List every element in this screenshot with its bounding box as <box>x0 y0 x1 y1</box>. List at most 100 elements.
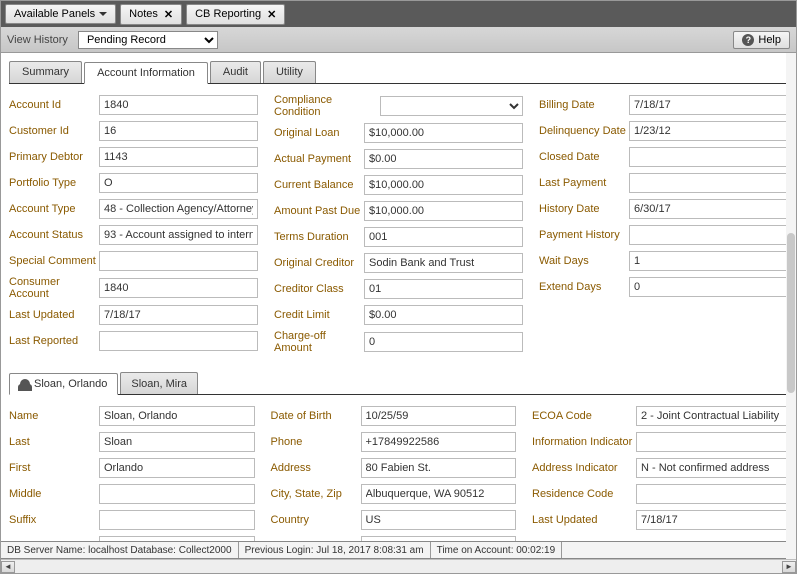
status-login: Previous Login: Jul 18, 2017 8:08:31 am <box>239 542 431 558</box>
payment-history-field[interactable] <box>629 225 788 245</box>
history-date-field[interactable] <box>629 199 788 219</box>
original-creditor-field[interactable] <box>364 253 523 273</box>
account-type-label: Account Type <box>9 203 99 215</box>
delinquency-date-field[interactable] <box>629 121 788 141</box>
last-reported-field[interactable] <box>99 331 258 351</box>
last-payment-field[interactable] <box>629 173 788 193</box>
tab-utility[interactable]: Utility <box>263 61 316 83</box>
account-id-field[interactable] <box>99 95 258 115</box>
last-updated-field[interactable] <box>99 305 258 325</box>
compliance-condition-label: Compliance Condition <box>274 94 380 118</box>
dob-label: Date of Birth <box>271 410 361 422</box>
name-field[interactable] <box>99 406 255 426</box>
residence-code-field[interactable] <box>636 484 788 504</box>
current-balance-field[interactable] <box>364 175 523 195</box>
csz-field[interactable] <box>361 484 517 504</box>
primary-debtor-field[interactable] <box>99 147 258 167</box>
portfolio-type-field[interactable] <box>99 173 258 193</box>
address-label: Address <box>271 462 361 474</box>
actual-payment-label: Actual Payment <box>274 153 364 165</box>
account-col-right: Billing Date Delinquency Date Closed Dat… <box>539 94 788 358</box>
status-bar: DB Server Name: localhost Database: Coll… <box>1 541 796 559</box>
person-col-left: Name Last First Middle Suffix SSN <box>9 405 255 553</box>
customer-id-field[interactable] <box>99 121 258 141</box>
extend-days-label: Extend Days <box>539 281 629 293</box>
original-loan-field[interactable] <box>364 123 523 143</box>
first-name-field[interactable] <box>99 458 255 478</box>
information-indicator-label: Information Indicator <box>532 436 636 448</box>
person-last-updated-field[interactable] <box>636 510 788 530</box>
tab-notes-label: Notes <box>129 8 158 20</box>
closed-date-field[interactable] <box>629 147 788 167</box>
creditor-class-label: Creditor Class <box>274 283 364 295</box>
account-status-field[interactable] <box>99 225 258 245</box>
help-label: Help <box>758 34 781 46</box>
creditor-class-field[interactable] <box>364 279 523 299</box>
current-balance-label: Current Balance <box>274 179 364 191</box>
ecoa-code-field[interactable] <box>636 406 788 426</box>
closed-date-label: Closed Date <box>539 151 629 163</box>
dob-field[interactable] <box>361 406 517 426</box>
account-type-field[interactable] <box>99 199 258 219</box>
account-section: Account Id Customer Id Primary Debtor Po… <box>9 94 788 358</box>
billing-date-field[interactable] <box>629 95 788 115</box>
available-panels-label: Available Panels <box>14 8 95 20</box>
person-tab-1[interactable]: Sloan, Orlando <box>9 373 118 395</box>
tab-cb-reporting[interactable]: CB Reporting ✕ <box>186 4 285 25</box>
pending-record-select[interactable]: Pending Record <box>78 31 218 49</box>
middle-name-field[interactable] <box>99 484 255 504</box>
tab-summary[interactable]: Summary <box>9 61 82 83</box>
ecoa-code-label: ECOA Code <box>532 410 636 422</box>
status-time-on-account: Time on Account: 00:02:19 <box>431 542 563 558</box>
tab-audit[interactable]: Audit <box>210 61 261 83</box>
history-date-label: History Date <box>539 203 629 215</box>
account-col-left: Account Id Customer Id Primary Debtor Po… <box>9 94 258 358</box>
actual-payment-field[interactable] <box>364 149 523 169</box>
suffix-label: Suffix <box>9 514 99 526</box>
address-indicator-field[interactable] <box>636 458 788 478</box>
original-creditor-label: Original Creditor <box>274 257 364 269</box>
close-icon[interactable]: ✕ <box>164 8 173 21</box>
last-name-label: Last <box>9 436 99 448</box>
content-area: Summary Account Information Audit Utilit… <box>1 53 796 553</box>
close-icon[interactable]: ✕ <box>267 8 276 21</box>
vertical-scrollbar[interactable] <box>786 53 796 559</box>
original-loan-label: Original Loan <box>274 127 364 139</box>
amount-past-due-field[interactable] <box>364 201 523 221</box>
person-col-mid: Date of Birth Phone Address City, State,… <box>271 405 517 553</box>
consumer-account-label: Consumer Account <box>9 276 99 300</box>
tab-notes[interactable]: Notes ✕ <box>120 4 182 25</box>
suffix-field[interactable] <box>99 510 255 530</box>
extend-days-field[interactable] <box>629 277 788 297</box>
information-indicator-field[interactable] <box>636 432 788 452</box>
phone-label: Phone <box>271 436 361 448</box>
person-tab-2-label: Sloan, Mira <box>131 378 187 390</box>
consumer-account-field[interactable] <box>99 278 258 298</box>
last-updated-label: Last Updated <box>9 309 99 321</box>
help-button[interactable]: ? Help <box>733 31 790 49</box>
available-panels-dropdown[interactable]: Available Panels <box>5 4 116 24</box>
wait-days-field[interactable] <box>629 251 788 271</box>
person-tabstrip: Sloan, Orlando Sloan, Mira <box>9 372 788 395</box>
compliance-condition-select[interactable] <box>380 96 523 116</box>
scroll-left-icon[interactable]: ◄ <box>1 561 15 573</box>
country-field[interactable] <box>361 510 517 530</box>
portfolio-type-label: Portfolio Type <box>9 177 99 189</box>
last-name-field[interactable] <box>99 432 255 452</box>
phone-field[interactable] <box>361 432 517 452</box>
credit-limit-field[interactable] <box>364 305 523 325</box>
tab-account-information[interactable]: Account Information <box>84 62 208 84</box>
horizontal-scrollbar[interactable]: ◄ ► <box>1 559 796 573</box>
scroll-thumb[interactable] <box>787 233 795 393</box>
payment-history-label: Payment History <box>539 229 629 241</box>
address-field[interactable] <box>361 458 517 478</box>
chargeoff-amount-field[interactable] <box>364 332 523 352</box>
terms-duration-field[interactable] <box>364 227 523 247</box>
scroll-right-icon[interactable]: ► <box>782 561 796 573</box>
special-comment-field[interactable] <box>99 251 258 271</box>
primary-debtor-label: Primary Debtor <box>9 151 99 163</box>
person-tab-1-label: Sloan, Orlando <box>34 378 107 390</box>
person-tab-2[interactable]: Sloan, Mira <box>120 372 198 394</box>
delinquency-date-label: Delinquency Date <box>539 125 629 137</box>
tab-cb-reporting-label: CB Reporting <box>195 8 261 20</box>
